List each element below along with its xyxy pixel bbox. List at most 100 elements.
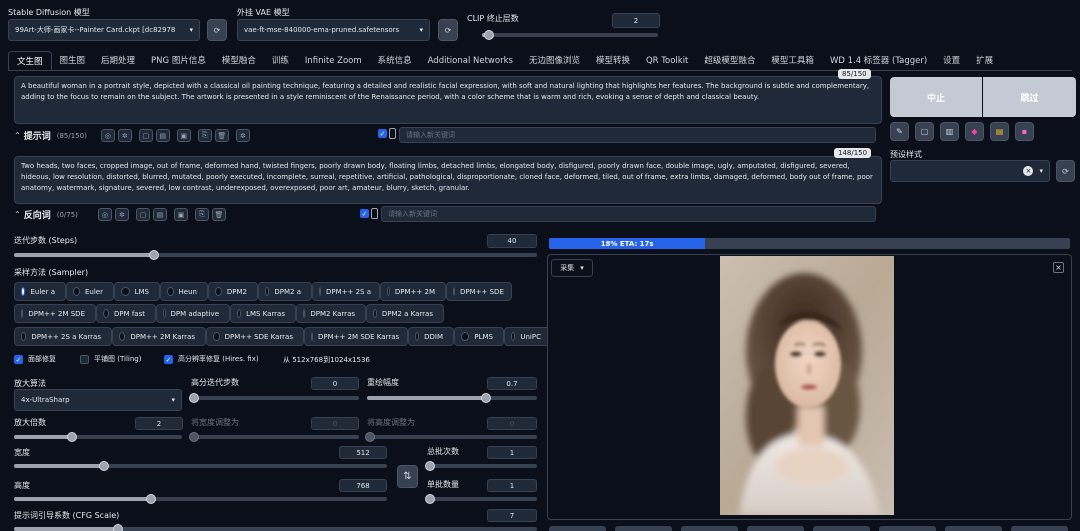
steps-number[interactable]: 40 bbox=[487, 234, 537, 248]
copy-icon[interactable]: ▢ bbox=[138, 129, 153, 142]
sampler-plms[interactable]: PLMS bbox=[454, 327, 504, 346]
send-extras-button[interactable] bbox=[879, 526, 936, 531]
clip-slider[interactable] bbox=[482, 30, 658, 40]
tab-txt2img[interactable]: 文生图 bbox=[8, 51, 52, 71]
width-number[interactable]: 512 bbox=[339, 446, 387, 459]
keyword-checkbox[interactable] bbox=[360, 209, 369, 218]
refresh-styles-icon[interactable]: ⟳ bbox=[1056, 160, 1075, 182]
folder-button[interactable] bbox=[549, 526, 606, 531]
denoise-number[interactable]: 0.7 bbox=[487, 377, 537, 390]
scale-number[interactable]: 2 bbox=[135, 417, 183, 430]
upscaler-select[interactable]: 4x-UltraSharp ▾ bbox=[14, 389, 182, 411]
sampler-dpm-fast[interactable]: DPM fast bbox=[96, 304, 156, 323]
bookmark-icon[interactable]: ▤ bbox=[152, 208, 167, 221]
sampler-dpm2-karras[interactable]: DPM2 Karras bbox=[296, 304, 366, 323]
toggle-icon[interactable] bbox=[389, 128, 396, 139]
negative-prompt-textarea[interactable]: Two heads, two faces, cropped image, out… bbox=[14, 156, 882, 204]
sampler-dpmpp-2m-sde-karras[interactable]: DPM++ 2M SDE Karras bbox=[304, 327, 408, 346]
hires-steps-slider[interactable] bbox=[189, 393, 359, 403]
gear-icon[interactable]: ✲ bbox=[117, 129, 132, 142]
sampler-dpm2[interactable]: DPM2 bbox=[208, 282, 258, 301]
sampler-unipc[interactable]: UniPC bbox=[504, 327, 552, 346]
tab-train[interactable]: 训练 bbox=[264, 51, 297, 71]
refresh-vae-icon[interactable]: ⟳ bbox=[438, 19, 458, 41]
preset-select[interactable]: × ▾ bbox=[890, 160, 1050, 182]
batch-size-slider[interactable] bbox=[425, 494, 537, 504]
refresh-models-icon[interactable]: ⟳ bbox=[207, 19, 227, 41]
palette-icon[interactable]: ◆ bbox=[965, 122, 984, 141]
image-icon[interactable]: ▣ bbox=[176, 129, 191, 142]
tab-system-info[interactable]: 系统信息 bbox=[370, 51, 420, 71]
sd-model-select[interactable]: 99Art-大师-画家卡--Painter Card.ckpt [dc82978… bbox=[8, 19, 200, 41]
sampler-dpmpp-sde-karras[interactable]: DPM++ SDE Karras bbox=[206, 327, 304, 346]
tab-qr-toolkit[interactable]: QR Toolkit bbox=[638, 51, 696, 71]
tab-super-merge[interactable]: 超级模型融合 bbox=[696, 51, 763, 71]
width-slider[interactable] bbox=[14, 461, 387, 471]
settings-icon[interactable]: ✲ bbox=[235, 129, 250, 142]
width-to-number[interactable]: 0 bbox=[311, 417, 359, 430]
trash-icon[interactable]: 🗑 bbox=[211, 208, 226, 221]
trash-icon[interactable]: ▥ bbox=[940, 122, 959, 141]
face-restore-option[interactable]: 面部修复 bbox=[14, 354, 56, 364]
batch-size-number[interactable]: 1 bbox=[487, 479, 537, 492]
sampler-heun[interactable]: Heun bbox=[160, 282, 208, 301]
hires-fix-option[interactable]: 高分辨率修复 (Hires. fix) bbox=[164, 354, 259, 364]
save-icon[interactable]: ▪ bbox=[1015, 122, 1034, 141]
square-icon[interactable]: ▢ bbox=[915, 122, 934, 141]
negative-keyword-input[interactable]: 请输入新关键词 bbox=[381, 206, 876, 222]
face-restore-checkbox[interactable] bbox=[14, 354, 23, 364]
sampler-dpm2-a[interactable]: DPM2 a bbox=[258, 282, 312, 301]
sampler-dpm2-a-karras[interactable]: DPM2 a Karras bbox=[366, 304, 444, 323]
keyword-checkbox[interactable] bbox=[378, 129, 387, 138]
height-to-slider[interactable] bbox=[365, 432, 537, 442]
swap-dimensions-icon[interactable]: ⇅ bbox=[397, 465, 418, 488]
tiling-option[interactable]: 平铺图 (Tiling) bbox=[80, 354, 141, 364]
tab-tagger[interactable]: WD 1.4 标签器 (Tagger) bbox=[822, 51, 935, 71]
paste-icon[interactable]: ⎘ bbox=[197, 129, 212, 142]
gallery-tag-select[interactable]: 采集 ▾ bbox=[551, 259, 593, 277]
trash-icon[interactable]: 🗑 bbox=[214, 129, 229, 142]
steps-slider[interactable] bbox=[14, 250, 537, 260]
sampler-lms-karras[interactable]: LMS Karras bbox=[230, 304, 296, 323]
tab-png-info[interactable]: PNG 图片信息 bbox=[143, 51, 214, 71]
scale-slider[interactable] bbox=[14, 432, 182, 442]
bookmark-icon[interactable]: ▤ bbox=[155, 129, 170, 142]
tab-extras[interactable]: 后期处理 bbox=[93, 51, 143, 71]
sampler-dpm-adaptive[interactable]: DPM adaptive bbox=[156, 304, 230, 323]
sampler-lms[interactable]: LMS bbox=[114, 282, 160, 301]
tab-settings[interactable]: 设置 bbox=[935, 51, 968, 71]
toggle-icon[interactable] bbox=[371, 208, 378, 219]
tab-model-toolkit[interactable]: 模型工具箱 bbox=[763, 51, 822, 71]
vae-select[interactable]: vae-ft-mse-840000-ema-pruned.safetensors… bbox=[237, 19, 430, 41]
tab-additional-networks[interactable]: Additional Networks bbox=[420, 51, 521, 71]
close-icon[interactable]: × bbox=[1053, 262, 1064, 273]
sampler-dpmpp-2m-sde[interactable]: DPM++ 2M SDE bbox=[14, 304, 96, 323]
sampler-dpmpp-2s-a[interactable]: DPM++ 2S a bbox=[312, 282, 380, 301]
skip-button[interactable]: 跳过 bbox=[983, 77, 1076, 117]
prompt-textarea[interactable]: A beautiful woman in a portrait style, d… bbox=[14, 76, 882, 124]
paste-icon[interactable]: ⎘ bbox=[194, 208, 209, 221]
copy-icon[interactable]: ▢ bbox=[135, 208, 150, 221]
more-button[interactable] bbox=[1011, 526, 1068, 531]
clip-number[interactable]: 2 bbox=[612, 13, 660, 28]
tab-model-convert[interactable]: 模型转换 bbox=[588, 51, 638, 71]
globe-icon[interactable]: ◎ bbox=[100, 129, 115, 142]
hires-steps-number[interactable]: 0 bbox=[311, 377, 359, 390]
tab-infinite-zoom[interactable]: Infinite Zoom bbox=[297, 51, 370, 71]
cfg-number[interactable]: 7 bbox=[487, 509, 537, 522]
image-icon[interactable]: ▣ bbox=[173, 208, 188, 221]
tab-image-browser[interactable]: 无边图像浏览 bbox=[521, 51, 588, 71]
hires-fix-checkbox[interactable] bbox=[164, 354, 173, 364]
height-slider[interactable] bbox=[14, 494, 387, 504]
height-to-number[interactable]: 0 bbox=[487, 417, 537, 430]
send-inpaint-button[interactable] bbox=[813, 526, 870, 531]
interrupt-button[interactable]: 中止 bbox=[890, 77, 982, 117]
clipboard-icon[interactable]: ▤ bbox=[990, 122, 1009, 141]
collapse-icon[interactable]: ⌃ bbox=[14, 131, 21, 140]
batch-count-number[interactable]: 1 bbox=[487, 446, 537, 459]
tab-img2img[interactable]: 图生图 bbox=[52, 51, 94, 71]
batch-count-slider[interactable] bbox=[425, 461, 537, 471]
sampler-dpmpp-sde[interactable]: DPM++ SDE bbox=[446, 282, 512, 301]
collapse-icon[interactable]: ⌃ bbox=[14, 210, 21, 219]
zip-button[interactable] bbox=[681, 526, 738, 531]
